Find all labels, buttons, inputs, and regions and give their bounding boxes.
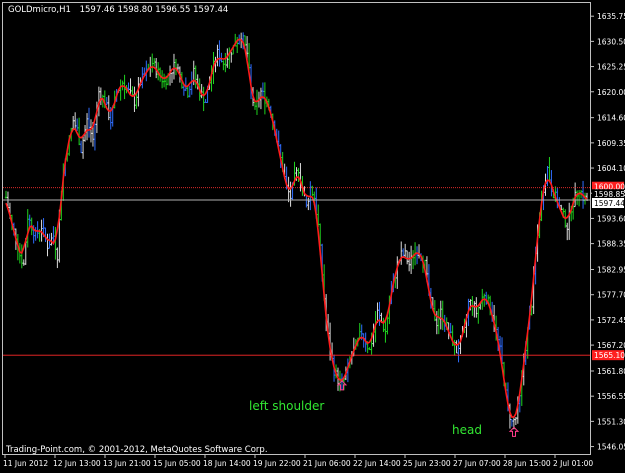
price-tick-label: 1546.05 [597,443,625,452]
price-tick-label: 1556.55 [597,392,625,401]
time-tick-label: 25 Jun 23:00 [403,459,451,468]
time-tick-label: 12 Jun 13:00 [53,459,101,468]
time-tick-label: 11 Jun 2012 [3,459,48,468]
symbol-label: GOLDmicro,H1 [8,5,71,15]
time-tick-label: 22 Jun 14:00 [353,459,401,468]
head-label: head [452,423,482,437]
price-tick-badge: 1598.85 [594,190,625,199]
ohlc-readout: 1597.46 1598.80 1596.55 1597.44 [80,5,229,15]
price-tick-label: 1614.60 [597,114,625,123]
time-tick-label: 18 Jun 14:00 [203,459,251,468]
price-tick-label: 1620.00 [597,88,625,97]
price-tick-label: 1630.50 [597,37,625,46]
time-tick-label: 2 Jul 01:00 [553,459,593,468]
left-shoulder-label: left shoulder [249,399,324,413]
price-tick-label: 1582.95 [597,266,625,275]
price-tick-label: 1625.25 [597,63,625,72]
price-tick-label: 1577.70 [597,291,625,300]
chart-header: GOLDmicro,H1 1597.46 1598.80 1596.55 159… [8,5,228,15]
time-tick-label: 21 Jun 06:00 [303,459,351,468]
support-badge: 1565.10 [594,351,625,360]
copyright-text: Trading-Point.com, © 2001-2012, MetaQuot… [5,445,268,455]
time-tick-label: 19 Jun 22:00 [253,459,301,468]
price-tick-label: 1593.60 [597,214,625,223]
price-tick-label: 1635.75 [597,12,625,21]
price-tick-label: 1572.45 [597,316,625,325]
price-tick-label: 1609.35 [597,139,625,148]
time-tick-label: 27 Jun 07:00 [453,459,501,468]
current-price-badge: 1597.44 [594,199,625,208]
price-tick-label: 1561.80 [597,367,625,376]
price-chart[interactable]: 1635.75 1630.50 1625.25 1620.00 1614.60 1609.… [0,0,625,469]
time-tick-label: 15 Jun 05:00 [153,459,201,468]
price-tick-label: 1551.30 [597,417,625,426]
time-tick-label: 13 Jun 21:00 [103,459,151,468]
chart-window[interactable]: 1635.75 1630.50 1625.25 1620.00 1614.60 1609.… [0,0,625,469]
price-tick-label: 1588.35 [597,240,625,249]
time-tick-label: 28 Jun 15:00 [503,459,551,468]
price-tick-label: 1604.10 [597,164,625,173]
price-tick-label: 1567.20 [597,341,625,350]
